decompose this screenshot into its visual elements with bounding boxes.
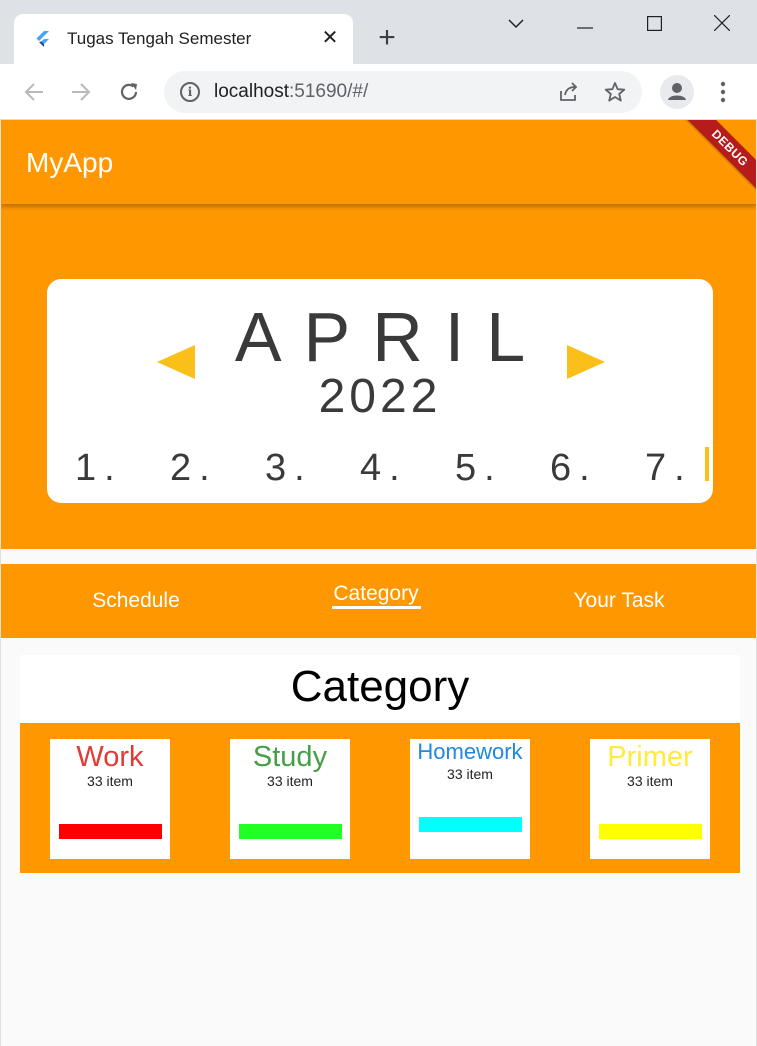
- app-bar: MyApp: [1, 120, 756, 204]
- category-name: Homework: [417, 739, 523, 764]
- tab-bar: Schedule Category Your Task: [1, 564, 756, 638]
- tab-close-icon[interactable]: ✕: [320, 26, 340, 50]
- category-count: 33 item: [447, 766, 493, 782]
- kebab-menu-icon[interactable]: [712, 76, 734, 108]
- day-item[interactable]: 4.: [360, 447, 408, 490]
- close-icon[interactable]: [702, 8, 742, 38]
- app-title: MyApp: [26, 147, 114, 178]
- tab-category[interactable]: Category: [326, 564, 426, 638]
- category-list: Work 33 item Study 33 item Homework 33 i…: [20, 723, 740, 873]
- category-name: Study: [252, 741, 328, 773]
- forward-arrow-icon[interactable]: [65, 76, 97, 108]
- category-color-bar: [599, 824, 702, 839]
- category-card-study[interactable]: Study 33 item: [230, 739, 350, 859]
- address-bar[interactable]: i localhost:51690/#/: [164, 71, 642, 113]
- active-tab-indicator: [332, 606, 421, 609]
- star-icon[interactable]: [602, 79, 628, 105]
- category-name: Primer: [607, 741, 693, 773]
- info-icon[interactable]: i: [180, 82, 200, 102]
- calendar-card: APRIL 2022 1. 2. 3. 4. 5. 6. 7.: [47, 279, 713, 503]
- tab-schedule[interactable]: Schedule: [86, 564, 186, 638]
- url-text[interactable]: localhost:51690/#/: [214, 81, 368, 103]
- category-color-bar: [59, 824, 162, 839]
- category-count: 33 item: [627, 773, 673, 789]
- day-item[interactable]: 1.: [75, 447, 123, 490]
- app-viewport: MyApp DEBUG APRIL 2022 1. 2. 3. 4. 5. 6.…: [0, 120, 757, 1046]
- category-name: Work: [76, 741, 144, 773]
- reload-icon[interactable]: [113, 76, 145, 108]
- chevron-down-icon[interactable]: [496, 8, 536, 38]
- year-label: 2022: [318, 370, 442, 423]
- category-color-bar: [239, 824, 342, 839]
- tab-your-task[interactable]: Your Task: [564, 564, 674, 638]
- day-item[interactable]: 3.: [265, 447, 313, 490]
- category-card-homework[interactable]: Homework 33 item: [410, 739, 530, 859]
- tab-title: Tugas Tengah Semester: [67, 29, 252, 48]
- category-heading: Category: [20, 655, 740, 723]
- category-card-primer[interactable]: Primer 33 item: [590, 739, 710, 859]
- day-item[interactable]: 6.: [550, 447, 598, 490]
- profile-icon[interactable]: [660, 75, 694, 109]
- share-icon[interactable]: [555, 79, 581, 105]
- category-card-work[interactable]: Work 33 item: [50, 739, 170, 859]
- day-item[interactable]: 7.: [645, 447, 693, 490]
- flutter-icon: [36, 31, 49, 47]
- browser-tab[interactable]: Tugas Tengah Semester ✕: [14, 14, 353, 64]
- month-label: APRIL: [234, 298, 548, 376]
- day-item[interactable]: 5.: [455, 447, 503, 490]
- browser-toolbar: i localhost:51690/#/: [0, 64, 757, 120]
- day-list[interactable]: 1. 2. 3. 4. 5. 6. 7.: [75, 447, 705, 491]
- new-tab-button[interactable]: +: [373, 23, 401, 53]
- browser-tab-strip: Tugas Tengah Semester ✕ +: [0, 0, 757, 64]
- category-count: 33 item: [87, 773, 133, 789]
- category-color-bar: [419, 817, 522, 832]
- maximize-icon[interactable]: [634, 8, 674, 38]
- day-item[interactable]: 2.: [170, 447, 218, 490]
- calendar-section: APRIL 2022 1. 2. 3. 4. 5. 6. 7.: [1, 204, 756, 549]
- back-arrow-icon[interactable]: [18, 76, 50, 108]
- category-count: 33 item: [267, 773, 313, 789]
- minimize-icon[interactable]: [565, 8, 605, 38]
- day-scroll-indicator: [705, 447, 709, 481]
